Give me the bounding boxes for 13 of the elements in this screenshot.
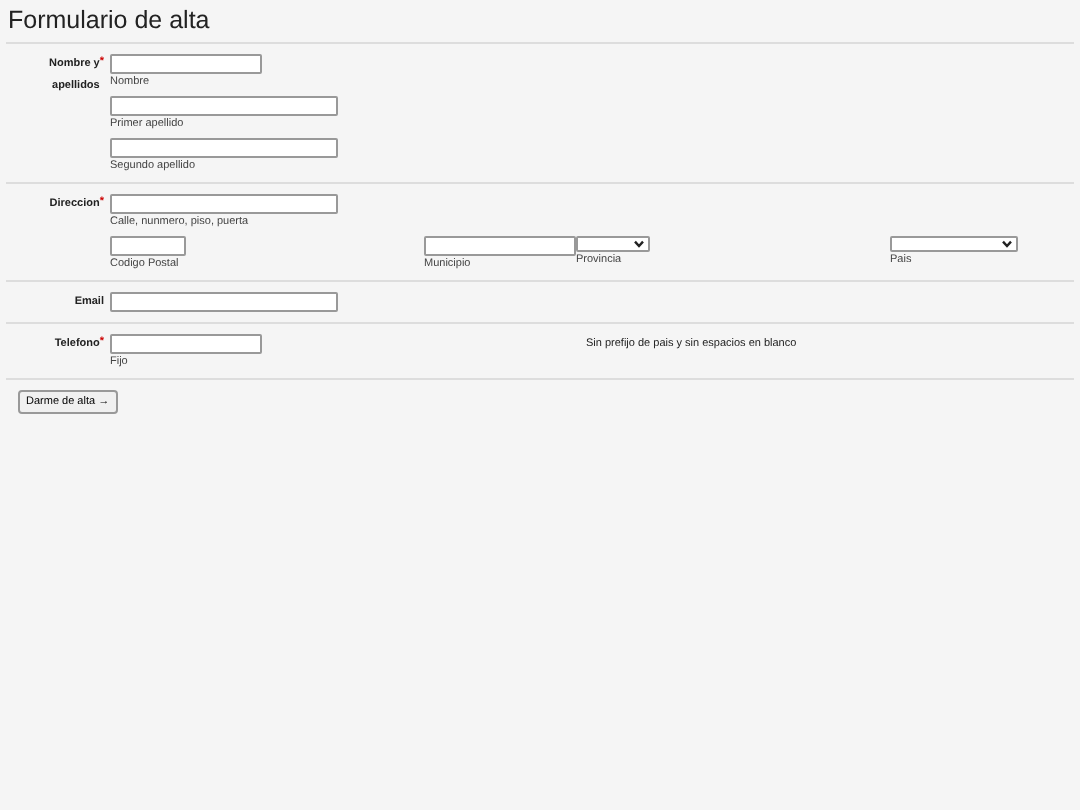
text-field[interactable] [424, 236, 576, 256]
text-field[interactable] [110, 292, 338, 312]
dropdown[interactable] [576, 236, 650, 252]
text-field[interactable] [110, 54, 262, 74]
text-field[interactable] [110, 96, 338, 116]
page-title: Formulario de alta [8, 6, 212, 36]
text-field[interactable] [110, 194, 338, 214]
text-field[interactable] [110, 138, 338, 158]
text-field[interactable] [110, 334, 262, 354]
chevron-down-icon [634, 240, 644, 248]
dropdown[interactable] [890, 236, 1018, 252]
chevron-down-icon [1002, 240, 1012, 248]
text-field[interactable] [110, 236, 186, 256]
